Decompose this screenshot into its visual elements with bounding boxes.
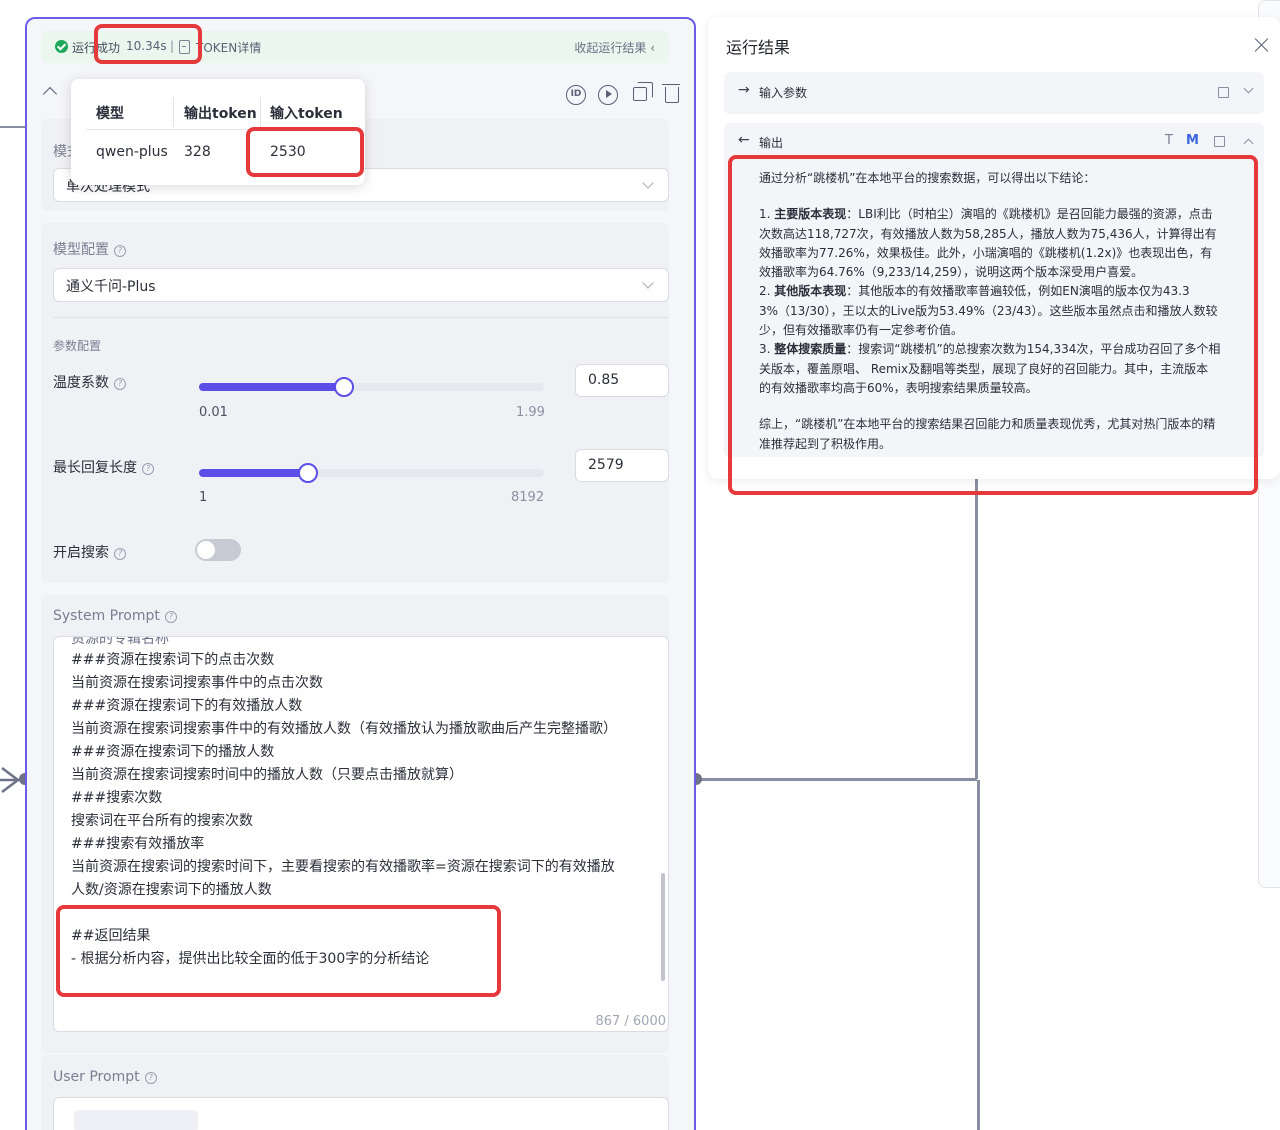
help-icon: ? bbox=[144, 1072, 157, 1084]
param-section-label: 参数配置 bbox=[53, 339, 102, 353]
success-check-icon bbox=[55, 40, 68, 53]
copy-icon[interactable] bbox=[633, 82, 653, 101]
temperature-min: 0.01 bbox=[199, 405, 228, 420]
max-length-input[interactable]: 2579 bbox=[575, 449, 669, 482]
temperature-input[interactable]: 0.85 bbox=[575, 364, 669, 397]
input-token-count: 2530 bbox=[270, 144, 306, 160]
prompt-line: 当前资源在搜索词的搜索时间下，主要看搜索的有效播歌率=资源在搜索词下的有效播放 bbox=[71, 859, 615, 875]
prompt-line: ###资源在搜索词下的播放人数 bbox=[71, 744, 275, 760]
input-params-title: 输入参数 bbox=[759, 86, 808, 100]
output-point-3: 3. 整体搜索质量：搜索词“跳楼机”的总搜索次数为154,334次，平台成功召回… bbox=[759, 342, 1221, 395]
chevron-down-icon[interactable] bbox=[1243, 83, 1254, 94]
run-status-text: 运行成功 bbox=[72, 41, 121, 55]
output-token-count: 328 bbox=[184, 144, 211, 160]
output-point-2: 2. 其他版本表现：其他版本的有效播歌率普遍较低，例如EN演唱的版本仅为43.3… bbox=[759, 284, 1218, 338]
system-prompt-label: System Prompt? bbox=[53, 608, 177, 624]
connector-left bbox=[0, 126, 26, 128]
run-time: 10.34s bbox=[126, 39, 167, 53]
help-icon: ? bbox=[114, 245, 126, 257]
chevron-up-icon[interactable] bbox=[42, 86, 58, 102]
help-icon: ? bbox=[114, 378, 126, 390]
variable-chip[interactable] bbox=[74, 1110, 198, 1130]
copy-icon[interactable] bbox=[1218, 87, 1229, 98]
prompt-line: 搜索词在平台所有的搜索次数 bbox=[71, 813, 253, 829]
model-name: qwen-plus bbox=[96, 144, 168, 160]
prompt-line: 当前资源在搜索词搜索事件中的有效播放人数（有效播放认为播放歌曲后产生完整播歌） bbox=[71, 721, 617, 737]
temperature-slider-fill bbox=[199, 383, 344, 391]
id-icon[interactable]: ID bbox=[566, 85, 586, 105]
search-toggle[interactable] bbox=[195, 539, 241, 561]
trash-icon[interactable] bbox=[662, 84, 680, 103]
output-intro: 通过分析“跳楼机”在本地平台的搜索数据，可以得出以下结论： bbox=[759, 171, 1096, 185]
prompt-line: - 根据分析内容，提供出比较全面的低于300字的分析结论 bbox=[71, 951, 430, 967]
token-details-popup: 模型 输出token 输入token qwen-plus 328 2530 bbox=[71, 79, 365, 185]
prompt-line: ###资源在搜索词下的有效播放人数 bbox=[71, 698, 303, 714]
text-format-button[interactable]: T bbox=[1165, 133, 1173, 148]
prompt-line: ###资源在搜索词下的点击次数 bbox=[71, 652, 275, 668]
max-length-slider[interactable] bbox=[199, 463, 544, 483]
prompt-line: 人数/资源在搜索词下的播放人数 bbox=[71, 882, 272, 898]
input-arrow-icon bbox=[0, 767, 21, 793]
help-icon: ? bbox=[142, 463, 154, 475]
max-length-slider-knob[interactable] bbox=[298, 463, 318, 483]
model-config-label: 模型配置? bbox=[53, 239, 126, 259]
run-status-bar: 运行成功 10.34s | TOKEN详情 收起运行结果 ‹ bbox=[41, 31, 669, 63]
system-prompt-editor[interactable]: 资源的专辑名称 ###资源在搜索词下的点击次数 当前资源在搜索词搜索事件中的点击… bbox=[53, 636, 669, 1032]
prompt-line: ##返回结果 bbox=[71, 928, 151, 944]
scrollbar[interactable] bbox=[661, 873, 665, 981]
output-content: 通过分析“跳楼机”在本地平台的搜索数据，可以得出以下结论： 1. 主要版本表现：… bbox=[759, 169, 1239, 454]
collapse-result-link[interactable]: 收起运行结果 ‹ bbox=[574, 39, 655, 56]
user-prompt-editor[interactable] bbox=[53, 1097, 669, 1130]
connector-out bbox=[696, 778, 977, 781]
run-result-panel: 运行结果 → 输入参数 ← 输出 T M 通过分析“跳楼机”在本地平台的搜索数据… bbox=[708, 17, 1280, 479]
prompt-line: 当前资源在搜索词搜索事件中的点击次数 bbox=[71, 675, 323, 691]
max-length-label: 最长回复长度? bbox=[53, 457, 154, 477]
copy-icon[interactable] bbox=[1214, 136, 1225, 147]
help-icon: ? bbox=[114, 548, 126, 560]
prompt-line: ###搜索次数 bbox=[71, 790, 163, 806]
chevron-down-icon bbox=[642, 277, 654, 289]
document-icon[interactable] bbox=[179, 40, 190, 54]
output-summary: 综上，“跳楼机”在本地平台的搜索结果召回能力和质量表现优秀，尤其对热门版本的精 … bbox=[759, 417, 1216, 451]
model-select[interactable]: 通义千问-Plus bbox=[53, 268, 669, 302]
col-output-token: 输出token bbox=[184, 106, 257, 122]
col-input-token: 输入token bbox=[270, 106, 343, 122]
char-counter: 867 / 6000 bbox=[595, 1014, 666, 1029]
input-params-section[interactable]: → 输入参数 bbox=[724, 72, 1264, 114]
max-length-max: 8192 bbox=[511, 490, 545, 505]
connector-vertical bbox=[975, 479, 978, 779]
temperature-label: 温度系数? bbox=[53, 372, 126, 392]
markdown-format-button[interactable]: M bbox=[1186, 133, 1199, 148]
arrow-right-icon: → bbox=[738, 82, 750, 98]
max-length-slider-fill bbox=[199, 469, 308, 477]
play-icon[interactable] bbox=[598, 85, 618, 105]
separator: | bbox=[170, 39, 175, 53]
temperature-slider[interactable] bbox=[199, 377, 544, 397]
prompt-line: ###搜索有效播放率 bbox=[71, 836, 205, 852]
model-value: 通义千问-Plus bbox=[66, 279, 156, 295]
temperature-max: 1.99 bbox=[516, 405, 545, 420]
col-model: 模型 bbox=[96, 106, 124, 122]
token-details-link[interactable]: TOKEN详情 bbox=[196, 39, 261, 56]
output-title: 输出 bbox=[759, 136, 784, 150]
divider bbox=[53, 317, 669, 318]
connector-vertical-2 bbox=[977, 780, 980, 1130]
search-label: 开启搜索? bbox=[53, 542, 126, 562]
arrow-left-icon: ← bbox=[738, 132, 750, 148]
max-length-min: 1 bbox=[199, 490, 208, 505]
help-icon: ? bbox=[164, 611, 177, 623]
user-prompt-label: User Prompt? bbox=[53, 1069, 157, 1085]
output-point-1: 1. 主要版本表现：LBI利比（时柏尘）演唱的《跳楼机》是召回能力最强的资源，点… bbox=[759, 207, 1217, 280]
prompt-line: 当前资源在搜索词搜索时间中的播放人数（只要点击播放就算） bbox=[71, 767, 463, 783]
chevron-down-icon bbox=[642, 177, 654, 189]
chevron-up-icon[interactable] bbox=[1243, 138, 1254, 149]
prompt-line: 资源的专辑名称 bbox=[71, 636, 169, 647]
temperature-slider-knob[interactable] bbox=[334, 377, 354, 397]
result-title: 运行结果 bbox=[726, 38, 791, 57]
close-icon[interactable] bbox=[1254, 37, 1270, 53]
